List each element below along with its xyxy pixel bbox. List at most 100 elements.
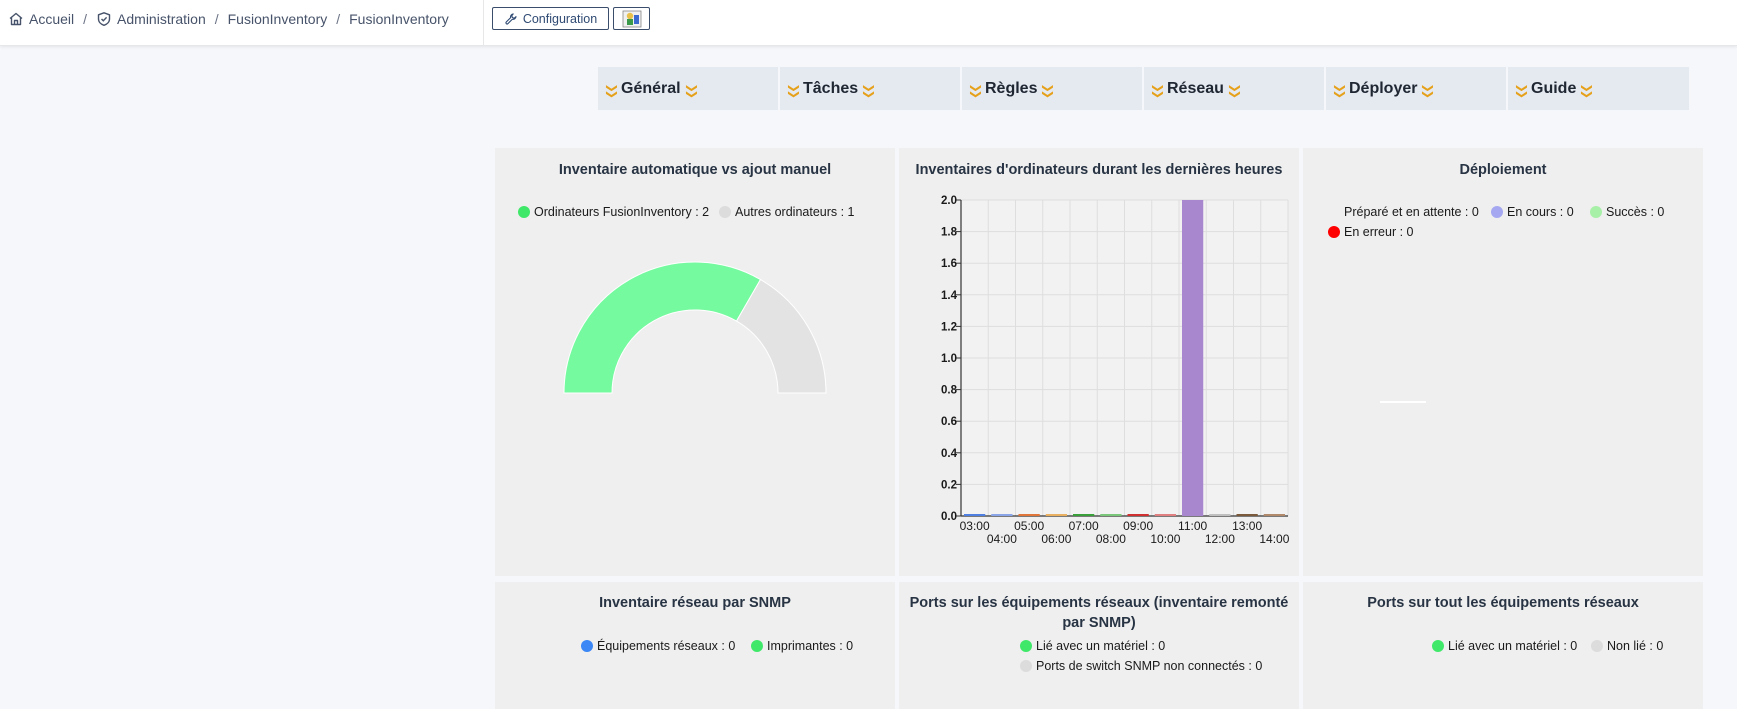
x-tick-label: 07:00 <box>1069 519 1099 533</box>
wrench-icon <box>505 12 517 25</box>
panel-recent-inventories: Inventaires d'ordinateurs durant les der… <box>899 148 1299 576</box>
bar-04:00[interactable] <box>991 514 1013 516</box>
breadcrumb-label: FusionInventory <box>227 11 328 27</box>
breadcrumb-item-current[interactable]: FusionInventory <box>349 11 449 27</box>
chevron-double-down-icon: ❯❯ <box>969 83 982 96</box>
breadcrumb-separator: / <box>83 11 88 27</box>
tab-label: Tâches <box>803 79 859 97</box>
legend-item[interactable]: En cours : 0 <box>1491 205 1574 219</box>
chevron-double-down-icon: ❯❯ <box>1228 83 1241 96</box>
half-donut-chart <box>563 261 827 394</box>
breadcrumb-label: Administration <box>117 11 206 27</box>
bar-11:00[interactable] <box>1181 200 1204 516</box>
y-tick-label: 0.6 <box>941 416 957 428</box>
breadcrumb-label: FusionInventory <box>349 11 449 27</box>
panel-title: Inventaire automatique vs ajout manuel <box>558 162 832 178</box>
legend-swatch <box>1590 206 1602 218</box>
legend-item[interactable]: Lié avec un matériel : 0 <box>1020 639 1165 653</box>
legend-swatch <box>1020 640 1032 652</box>
legend-swatch <box>751 640 763 652</box>
panel-title: Inventaires d'ordinateurs durant les der… <box>915 162 1283 178</box>
panel-snmp-inventory: Inventaire réseau par SNMP Équipements r… <box>495 582 895 709</box>
legend-item[interactable]: Autres ordinateurs : 1 <box>719 205 855 219</box>
bar-10:00[interactable] <box>1154 514 1177 516</box>
legend-item[interactable]: Équipements réseaux : 0 <box>581 639 735 653</box>
x-tick-label: 09:00 <box>1123 519 1153 533</box>
legend-swatch <box>581 640 593 652</box>
fusioninventory-plugin-button[interactable] <box>613 7 650 30</box>
tab-label: Général <box>621 79 681 97</box>
legend-swatch <box>1591 640 1603 652</box>
chevron-double-down-icon: ❯❯ <box>1333 83 1346 96</box>
chevron-double-down-icon: ❯❯ <box>1151 83 1164 96</box>
top-bar: Accueil / Administration / FusionInvento… <box>0 0 1737 46</box>
y-tick-label: 0.0 <box>941 511 957 523</box>
legend-item[interactable]: Lié avec un matériel : 0 <box>1432 639 1577 653</box>
bar-03:00[interactable] <box>963 514 986 516</box>
x-tick-label: 04:00 <box>987 532 1017 546</box>
y-tick-label: 0.8 <box>941 385 958 397</box>
panel-title: Déploiement <box>1459 162 1547 178</box>
legend-item[interactable]: Préparé et en attente : 0 <box>1328 205 1479 219</box>
legend-label: Préparé et en attente : 0 <box>1344 205 1479 219</box>
bar-14:00[interactable] <box>1263 514 1286 516</box>
legend-label: En cours : 0 <box>1507 205 1574 219</box>
tab-general[interactable]: ❯❯ Général ❯❯ <box>598 67 778 110</box>
x-tick-label: 03:00 <box>960 519 990 533</box>
tab-deployer[interactable]: ❯❯ Déployer ❯❯ <box>1326 67 1506 110</box>
legend-label: Autres ordinateurs : 1 <box>735 205 855 219</box>
bar-07:00[interactable] <box>1072 514 1095 516</box>
panel-deploy: Déploiement Préparé et en attente : 0 En… <box>1303 148 1703 576</box>
tab-taches[interactable]: ❯❯ Tâches ❯❯ <box>780 67 960 110</box>
legend-label: Lié avec un matériel : 0 <box>1036 639 1166 653</box>
legend-item[interactable]: Imprimantes : 0 <box>751 639 853 653</box>
tab-label: Règles <box>985 79 1038 97</box>
bar-06:00[interactable] <box>1045 514 1068 516</box>
y-tick-label: 1.8 <box>941 227 958 239</box>
chevron-double-down-icon: ❯❯ <box>1580 83 1593 96</box>
tab-regles[interactable]: ❯❯ Règles ❯❯ <box>962 67 1142 110</box>
chevron-double-down-icon: ❯❯ <box>1515 83 1528 96</box>
legend-label: Ports de switch SNMP non connectés : 0 <box>1036 659 1263 673</box>
chevron-double-down-icon: ❯❯ <box>1041 83 1054 96</box>
bar-08:00[interactable] <box>1100 514 1122 516</box>
legend-label: Non lié : 0 <box>1607 639 1664 653</box>
breadcrumb-separator: / <box>214 11 219 27</box>
breadcrumb-label: Accueil <box>29 11 75 27</box>
tab-guide[interactable]: ❯❯ Guide ❯❯ <box>1508 67 1689 110</box>
legend-swatch <box>1020 660 1032 672</box>
legend-item[interactable]: En erreur : 0 <box>1328 225 1413 239</box>
panel-title-line: Ports sur les équipements réseaux (inven… <box>909 595 1289 611</box>
y-tick-label: 2.0 <box>941 195 957 207</box>
tab-reseau[interactable]: ❯❯ Réseau ❯❯ <box>1144 67 1324 110</box>
panel-snmp-ports: Ports sur les équipements réseaux (inven… <box>899 582 1299 709</box>
legend-item[interactable]: Ordinateurs FusionInventory : 2 <box>518 205 709 219</box>
configuration-button[interactable]: Configuration <box>492 7 609 30</box>
legend-label: Imprimantes : 0 <box>767 639 854 653</box>
shield-icon <box>97 12 111 26</box>
legend-item[interactable]: Succès : 0 <box>1590 205 1664 219</box>
breadcrumb-item-administration[interactable]: Administration <box>96 11 206 27</box>
y-tick-label: 0.2 <box>941 479 957 491</box>
legend-item[interactable]: Ports de switch SNMP non connectés : 0 <box>1020 659 1262 673</box>
fusioninventory-logo-icon <box>622 10 641 27</box>
chevron-double-down-icon: ❯❯ <box>685 83 698 96</box>
breadcrumb-item-home[interactable]: Accueil <box>8 11 74 27</box>
tab-label: Guide <box>1531 79 1577 97</box>
legend-item[interactable]: Non lié : 0 <box>1591 639 1663 653</box>
x-tick-label: 13:00 <box>1232 519 1262 533</box>
y-tick-label: 1.6 <box>941 258 957 270</box>
breadcrumb: Accueil / Administration / FusionInvento… <box>8 10 449 28</box>
legend-label: Ordinateurs FusionInventory : 2 <box>534 205 710 219</box>
x-tick-label: 05:00 <box>1014 519 1044 533</box>
y-tick-label: 1.4 <box>941 290 958 302</box>
panel-auto-vs-manual: Inventaire automatique vs ajout manuel O… <box>495 148 895 576</box>
bar-13:00[interactable] <box>1236 514 1258 516</box>
x-tick-label: 10:00 <box>1150 532 1180 546</box>
bar-09:00[interactable] <box>1127 514 1149 516</box>
gauge-slice-0[interactable] <box>563 261 762 394</box>
bar-05:00[interactable] <box>1018 514 1040 516</box>
bar-12:00[interactable] <box>1209 514 1231 516</box>
panel-title: Ports sur tout les équipements réseaux <box>1367 595 1639 611</box>
breadcrumb-item-fusioninventory[interactable]: FusionInventory <box>228 11 328 27</box>
